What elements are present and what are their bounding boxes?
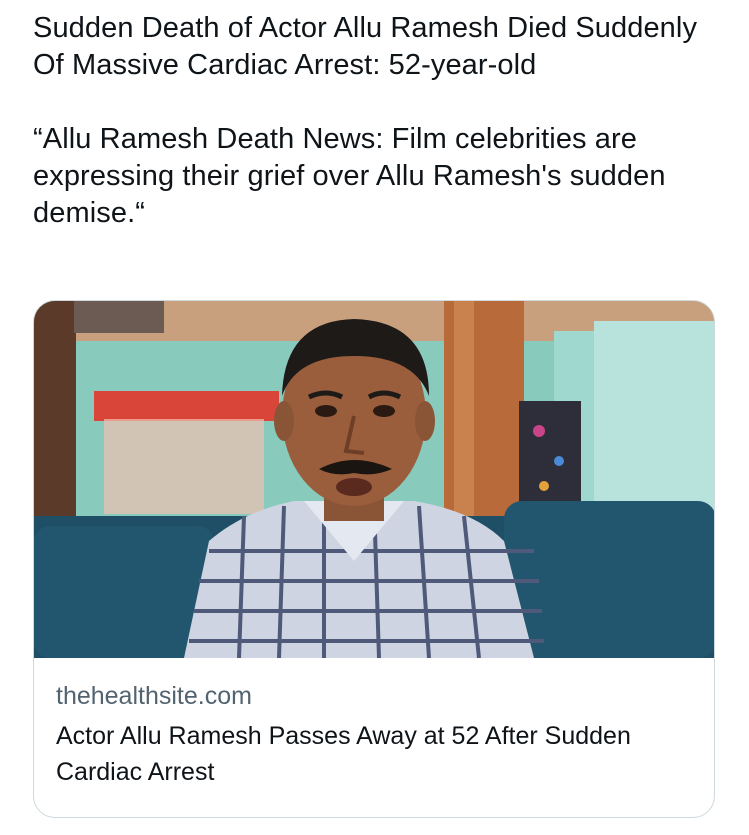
card-domain[interactable]: thehealthsite.com xyxy=(56,680,692,712)
card-title[interactable]: Actor Allu Ramesh Passes Away at 52 Afte… xyxy=(56,718,676,790)
tweet-text: Sudden Death of Actor Allu Ramesh Died S… xyxy=(33,10,723,232)
link-preview-card[interactable]: thehealthsite.com Actor Allu Ramesh Pass… xyxy=(33,300,715,818)
card-footer[interactable]: thehealthsite.com Actor Allu Ramesh Pass… xyxy=(34,658,714,790)
tweet-paragraph-headline: Sudden Death of Actor Allu Ramesh Died S… xyxy=(33,12,698,81)
tweet-paragraph-quote: “Allu Ramesh Death News: Film celebritie… xyxy=(33,123,666,229)
card-thumbnail-image[interactable] xyxy=(34,301,714,658)
actor-photo xyxy=(34,301,714,658)
